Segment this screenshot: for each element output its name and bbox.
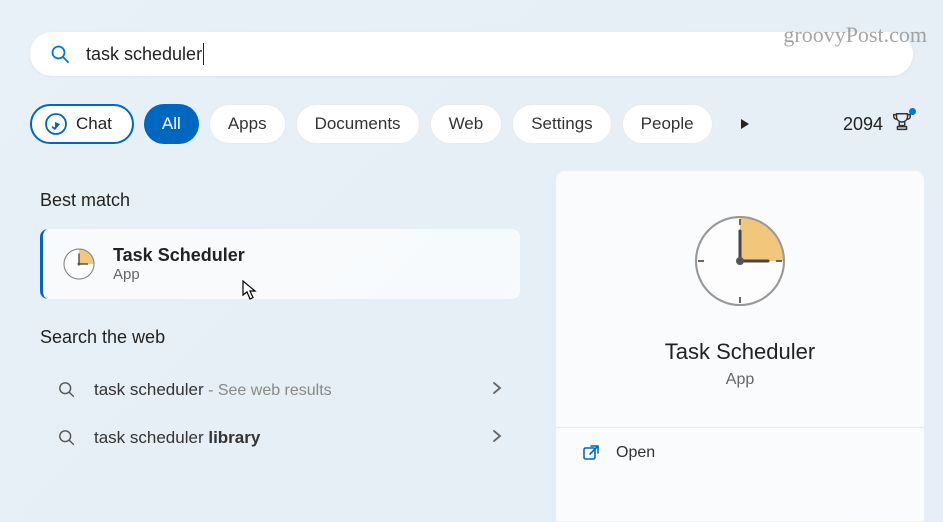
web-result-2-text: task scheduler library <box>94 428 260 448</box>
open-icon <box>582 444 600 462</box>
details-app-title: Task Scheduler <box>665 339 815 365</box>
task-scheduler-large-icon <box>690 211 790 311</box>
filter-settings[interactable]: Settings <box>512 104 611 144</box>
filter-more-arrow[interactable] <box>727 106 763 142</box>
filter-web[interactable]: Web <box>430 104 503 144</box>
chat-pill[interactable]: Chat <box>30 104 134 144</box>
result-subtitle: App <box>113 266 245 283</box>
web-result-2[interactable]: task scheduler library <box>40 414 520 462</box>
details-panel: Task Scheduler App Open <box>555 170 925 522</box>
search-web-heading: Search the web <box>40 327 555 348</box>
open-action[interactable]: Open <box>556 427 924 478</box>
text-cursor <box>203 43 204 65</box>
points-value: 2094 <box>843 114 883 135</box>
web-result-1-text: task scheduler - See web results <box>94 380 332 400</box>
chevron-right-icon <box>492 428 502 448</box>
trophy-icon <box>891 111 913 138</box>
web-result-1[interactable]: task scheduler - See web results <box>40 366 520 414</box>
open-label: Open <box>616 444 655 462</box>
bing-chat-icon <box>44 112 68 136</box>
filter-all[interactable]: All <box>144 104 199 144</box>
best-match-result[interactable]: Task Scheduler App <box>40 229 520 299</box>
results-column: Best match Task Scheduler App Search the… <box>0 170 555 522</box>
search-icon <box>50 44 70 64</box>
chevron-right-icon <box>492 380 502 400</box>
filter-row: Chat All Apps Documents Web Settings Peo… <box>30 104 913 144</box>
best-match-heading: Best match <box>40 190 555 211</box>
search-input-text[interactable]: task scheduler <box>86 44 202 65</box>
filter-people[interactable]: People <box>622 104 713 144</box>
content-area: Best match Task Scheduler App Search the… <box>0 170 943 522</box>
filter-apps[interactable]: Apps <box>209 104 286 144</box>
search-icon <box>58 381 76 399</box>
task-scheduler-icon <box>61 246 97 282</box>
rewards-points[interactable]: 2094 <box>843 111 913 138</box>
watermark-text: groovyPost.com <box>783 22 927 48</box>
search-icon <box>58 429 76 447</box>
result-title: Task Scheduler <box>113 245 245 266</box>
search-bar[interactable]: task scheduler <box>30 32 913 76</box>
chat-label: Chat <box>76 114 112 134</box>
filter-documents[interactable]: Documents <box>296 104 420 144</box>
details-app-subtitle: App <box>726 371 754 389</box>
